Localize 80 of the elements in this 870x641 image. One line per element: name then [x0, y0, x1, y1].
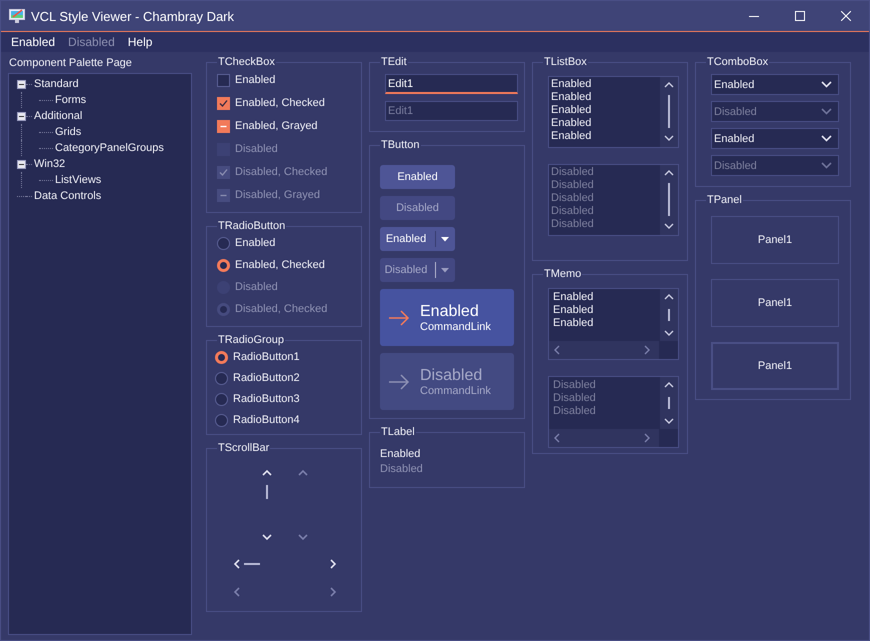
radio-button[interactable] — [215, 392, 228, 406]
radio-button[interactable] — [215, 414, 228, 426]
radio-button[interactable] — [217, 236, 230, 250]
group-title: TCheckBox — [217, 56, 276, 68]
checkbox-label: Disabled — [235, 143, 278, 155]
collapse-icon[interactable] — [17, 160, 26, 168]
tree-item[interactable]: CategoryPanelGroups — [55, 142, 164, 154]
checkbox-label: Enabled, Grayed — [235, 120, 318, 132]
scroll-bar[interactable] — [232, 558, 338, 570]
radio-label: RadioButton4 — [233, 414, 300, 426]
group-title: TComboBox — [706, 56, 770, 68]
menu-item[interactable]: Enabled — [5, 32, 62, 52]
command-link[interactable]: Enabled CommandLink — [380, 289, 514, 346]
checkbox-label: Enabled, Checked — [235, 97, 325, 109]
group-title: TMemo — [543, 268, 582, 280]
push-button[interactable]: Enabled — [380, 165, 455, 189]
radio-label: Disabled — [235, 281, 278, 293]
list-item[interactable]: Enabled — [551, 91, 660, 104]
radio-label: Enabled — [235, 237, 276, 249]
chevron-down-icon — [821, 81, 832, 88]
arrow-icon — [388, 374, 410, 390]
tree-item[interactable]: Standard — [34, 78, 79, 90]
panel: Panel1 — [711, 342, 839, 390]
scroll-bar[interactable] — [660, 77, 678, 147]
list-item[interactable]: Enabled — [551, 117, 660, 130]
split-button[interactable]: Enabled — [380, 227, 455, 251]
collapse-icon[interactable] — [17, 112, 26, 120]
radio-label: RadioButton3 — [233, 393, 300, 405]
label-text: Enabled — [380, 448, 422, 460]
label-text: Disabled — [380, 463, 424, 475]
input-field[interactable]: Edit1 — [385, 74, 518, 94]
panel: Panel1 — [711, 216, 839, 264]
combo-box[interactable]: Enabled — [711, 74, 839, 95]
tree-item[interactable]: Win32 — [34, 158, 66, 170]
arrow-icon — [388, 310, 410, 326]
radio-button[interactable] — [215, 350, 228, 364]
group-title: TLabel — [380, 426, 416, 438]
checkbox-label: Enabled — [235, 74, 276, 86]
scroll-bar[interactable] — [260, 468, 274, 542]
caret-icon — [441, 268, 449, 272]
window-title: VCL Style Viewer - Chambray Dark — [31, 8, 234, 24]
list-box[interactable]: Enabled Enabled Enabled Enabled Enabled — [548, 76, 679, 148]
tree-item[interactable]: Data Controls — [34, 190, 102, 202]
checkbox-label: Disabled, Checked — [235, 166, 328, 178]
checkbox[interactable] — [217, 74, 230, 86]
list-item[interactable]: Enabled — [551, 130, 660, 143]
maximize-icon — [795, 11, 805, 21]
group-title: TScrollBar — [217, 442, 270, 454]
radio-button[interactable] — [217, 258, 230, 272]
chevron-down-icon — [821, 108, 832, 115]
group-title: TRadioButton — [217, 220, 286, 232]
list-item[interactable]: Enabled — [551, 104, 660, 117]
radio-label: Disabled, Checked — [235, 303, 328, 315]
checkbox-label: Disabled, Grayed — [235, 189, 320, 201]
tree-item[interactable]: Additional — [34, 110, 82, 122]
tree-item[interactable]: Forms — [55, 94, 86, 106]
list-item[interactable]: Enabled — [551, 78, 660, 91]
combo-box[interactable]: Enabled — [711, 128, 839, 149]
chevron-down-icon — [821, 162, 832, 169]
chevron-down-icon — [821, 135, 832, 142]
caret-icon — [441, 236, 449, 242]
group-title: TListBox — [543, 56, 588, 68]
memo-field[interactable]: Enabled Enabled Enabled — [548, 288, 679, 360]
tree-item[interactable]: ListViews — [55, 174, 102, 186]
radio-button[interactable] — [215, 372, 228, 384]
monitor-icon — [9, 9, 25, 23]
radio-label: RadioButton2 — [233, 372, 300, 384]
tree-item[interactable]: Grids — [55, 126, 82, 138]
group-title: TEdit — [380, 56, 408, 68]
group-title: TRadioGroup — [217, 334, 286, 346]
group-title: TButton — [380, 139, 421, 151]
collapse-icon[interactable] — [17, 80, 26, 88]
panel: Panel1 — [711, 279, 839, 327]
radio-label: Enabled, Checked — [235, 259, 325, 271]
palette-label: Component Palette Page — [9, 56, 133, 70]
scroll-bar[interactable] — [660, 289, 678, 341]
group-title: TPanel — [706, 194, 743, 206]
menu-item[interactable]: Help — [122, 32, 160, 52]
close-icon — [841, 11, 851, 21]
radio-label: RadioButton1 — [233, 351, 300, 363]
